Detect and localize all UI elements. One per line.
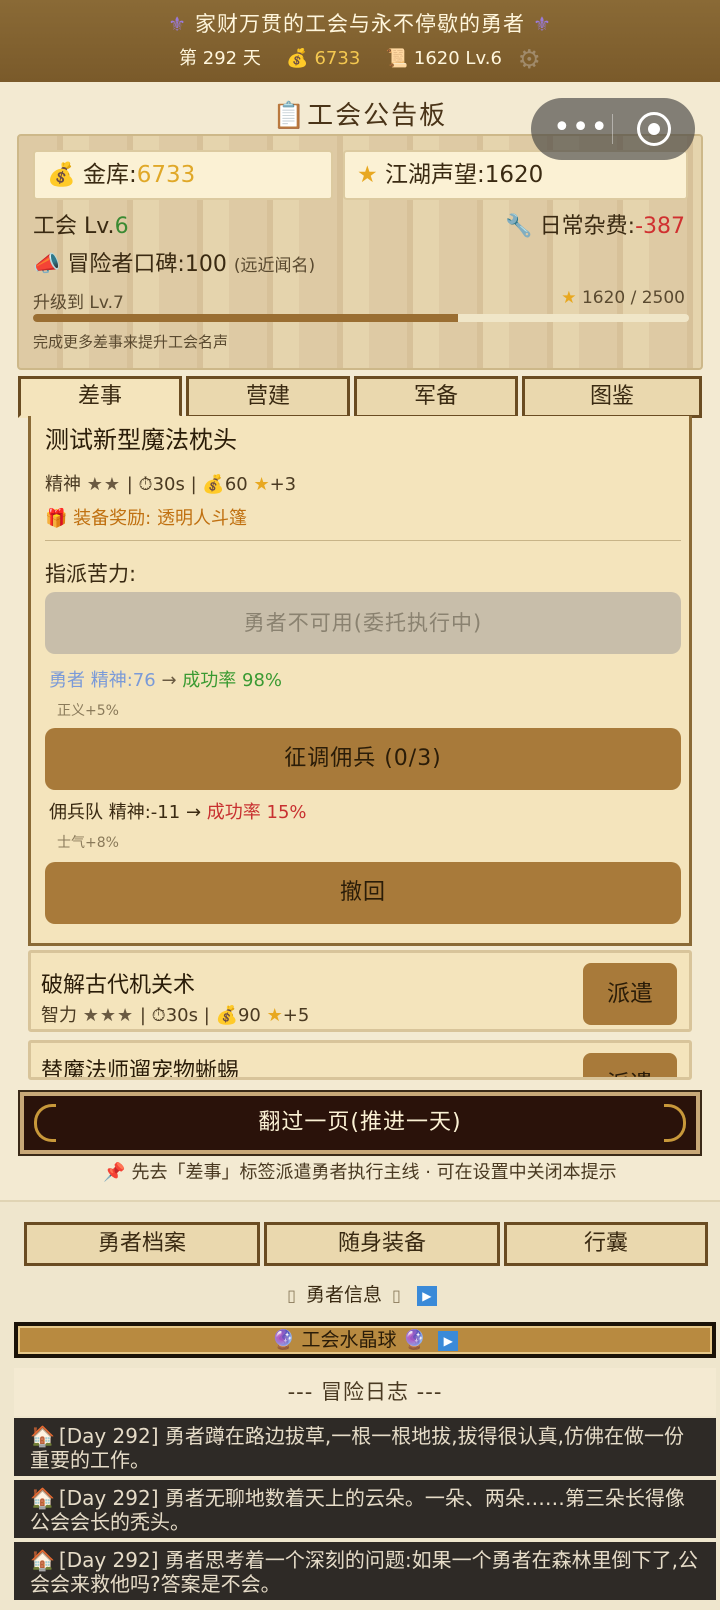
star-icon: ★	[266, 1005, 283, 1026]
guild-level: 工会 Lv.6	[33, 214, 129, 239]
upgrade-hint: 完成更多差事来提升工会名声	[33, 333, 229, 351]
treasury-box: 💰 金库:6733	[33, 150, 333, 200]
fleur-de-lis-icon: ⚜	[533, 12, 552, 36]
quest-list-item: 替魔法师遛宠物蜥蜴 派遣	[28, 1040, 692, 1080]
recruit-mercenary-button[interactable]: 征调佣兵 (0/3)	[45, 728, 681, 790]
tab-equipment[interactable]: 随身装备	[264, 1222, 500, 1266]
quest-title: 替魔法师遛宠物蜥蜴	[41, 1059, 240, 1080]
quest-detail-panel: 测试新型魔法枕头 精神 ★★ | ⏱30s | 💰60 ★+3 🎁 装备奖励: …	[28, 416, 692, 946]
pushpin-icon: 📌	[103, 1162, 126, 1183]
upgrade-progress-bar	[33, 314, 689, 322]
adventurer-reputation: 📣 冒险者口碑:100 (远近闻名)	[33, 252, 316, 277]
log-entry: 🏠 [Day 292] 勇者蹲在路边拔草,一根一根地拔,拔得很认真,仿佛在做一份重…	[14, 1418, 716, 1476]
money-bag-icon: 💰	[202, 474, 225, 495]
crystal-orb-icon: 🔮	[402, 1329, 427, 1351]
tab-hero-profile[interactable]: 勇者档案	[24, 1222, 260, 1266]
day-counter: 第 292 天	[179, 48, 261, 69]
mercenary-success-rate: 佣兵队 精神:-11 → 成功率 15%	[49, 802, 307, 823]
miniprogram-capsule: •••	[531, 98, 695, 160]
money-bag-icon: 💰	[47, 162, 76, 188]
fleur-de-lis-icon: ⚜	[168, 12, 187, 36]
tab-bag[interactable]: 行囊	[504, 1222, 708, 1266]
hero-success-rate: 勇者 精神:76 → 成功率 98%	[49, 670, 283, 691]
megaphone-icon: 📣	[33, 252, 61, 277]
ornament-right-icon	[664, 1104, 686, 1142]
placeholder-glyph-icon: ▯	[287, 1286, 296, 1305]
arrow-right-icon: →	[161, 670, 177, 691]
star-icon: ★	[357, 162, 378, 188]
difficulty-stars: ★★★	[82, 1005, 135, 1026]
resource-line: 第 292 天 💰 6733 📜 1620 Lv.6 ⚙	[0, 44, 720, 75]
quest-title: 测试新型魔法枕头	[45, 426, 237, 454]
money-bag-icon: 💰	[215, 1005, 238, 1026]
log-entry: 🏠 [Day 292] 勇者无聊地数着天上的云朵。一朵、两朵……第三朵长得像公会会…	[14, 1480, 716, 1538]
quest-meta: 智力 ★★★ | ⏱30s | 💰90 ★+5	[41, 1005, 310, 1026]
tab-armory[interactable]: 军备	[354, 376, 518, 418]
stopwatch-icon: ⏱	[138, 474, 153, 495]
renown-value: 1620	[484, 162, 544, 188]
star-icon: ★	[253, 474, 270, 495]
recall-button[interactable]: 撤回	[45, 862, 681, 924]
divider	[45, 540, 681, 541]
mercenary-bonus: 士气+8%	[57, 835, 119, 851]
top-status-bar: ⚜ 家财万贯的工会与永不停歇的勇者 ⚜ 第 292 天 💰 6733 📜 1620 …	[0, 0, 720, 82]
stopwatch-icon: ⏱	[151, 1005, 166, 1026]
game-title: ⚜ 家财万贯的工会与永不停歇的勇者 ⚜	[168, 12, 552, 36]
house-icon: 🏠	[30, 1424, 55, 1448]
star-icon: ★	[561, 288, 577, 308]
treasury-value: 6733	[136, 162, 196, 188]
adventure-log-title: --- 冒险日志 ---	[14, 1368, 716, 1416]
play-icon: ▶	[416, 1286, 437, 1306]
equipment-reward: 🎁 装备奖励: 透明人斗篷	[45, 508, 247, 529]
advance-day-button[interactable]: 翻过一页(推进一天)	[20, 1092, 700, 1154]
house-icon: 🏠	[30, 1548, 55, 1572]
hero-bonus: 正义+5%	[57, 703, 119, 719]
house-icon: 🏠	[30, 1486, 55, 1510]
tab-build[interactable]: 营建	[186, 376, 350, 418]
hero-unavailable-button[interactable]: 勇者不可用(委托执行中)	[45, 592, 681, 654]
daily-expense: 🔧 日常杂费:-387	[505, 214, 685, 239]
tutorial-hint: 📌 先去「差事」标签派遣勇者执行主线 · 可在设置中关闭本提示	[103, 1162, 617, 1183]
renown-level-counter: 1620 Lv.6	[413, 48, 502, 69]
hero-info-toggle[interactable]: ▯ 勇者信息 ▯ ▶	[0, 1280, 720, 1307]
gold-counter: 6733	[314, 48, 361, 69]
upgrade-label: 升级到 Lv.7	[33, 293, 124, 313]
wrench-icon: 🔧	[505, 214, 533, 239]
clipboard-icon: 📋	[272, 101, 308, 131]
crystal-orb-icon: 🔮	[271, 1329, 296, 1351]
upgrade-progress-fill	[33, 314, 459, 322]
ornament-left-icon	[34, 1104, 56, 1142]
tab-quests[interactable]: 差事	[18, 376, 182, 418]
scroll-icon: 📜	[385, 48, 409, 69]
log-entry: 🏠 [Day 292] 勇者思考着一个深刻的问题:如果一个勇者在森林里倒下了,公会…	[14, 1542, 716, 1600]
dispatch-button[interactable]: 派遣	[583, 963, 677, 1025]
assign-label: 指派苦力:	[45, 562, 137, 586]
dispatch-button[interactable]: 派遣	[583, 1053, 677, 1077]
money-bag-icon: 💰	[286, 48, 309, 69]
gear-icon[interactable]: ⚙	[518, 45, 541, 75]
difficulty-stars: ★★	[86, 474, 122, 495]
gift-icon: 🎁	[45, 508, 68, 529]
guild-status-panel: 💰 金库:6733 ★ 江湖声望:1620 工会 Lv.6 🔧 日常杂费:-38…	[17, 134, 703, 370]
quest-list-item: 破解古代机关术 智力 ★★★ | ⏱30s | 💰90 ★+5 派遣	[28, 950, 692, 1032]
more-icon[interactable]: •••	[553, 110, 609, 145]
tab-codex[interactable]: 图鉴	[522, 376, 702, 418]
quest-title: 破解古代机关术	[41, 973, 196, 998]
upgrade-progress-text: ★ 1620 / 2500	[561, 288, 685, 308]
play-icon: ▶	[438, 1331, 459, 1351]
placeholder-glyph-icon: ▯	[392, 1286, 401, 1305]
guild-crystal-ball-toggle[interactable]: 🔮 工会水晶球 🔮 ▶	[14, 1322, 716, 1358]
quest-meta: 精神 ★★ | ⏱30s | 💰60 ★+3	[45, 474, 297, 495]
arrow-right-icon: →	[185, 802, 202, 823]
close-miniprogram-icon[interactable]	[637, 112, 671, 146]
